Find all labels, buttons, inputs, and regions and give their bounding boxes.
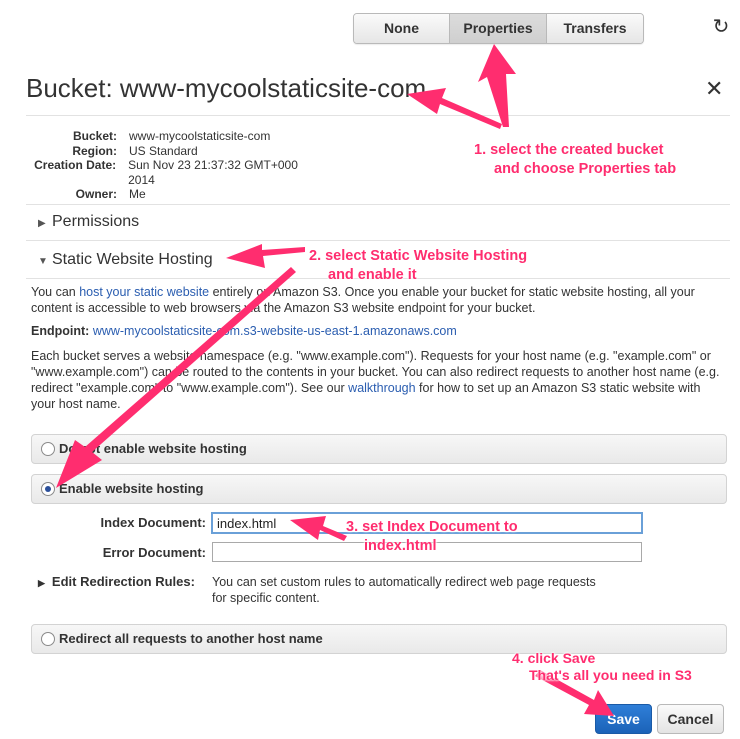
divider	[26, 240, 730, 241]
annotation-1: 1. select the created bucket and choose …	[474, 141, 676, 179]
page-title: Bucket: www-mycoolstaticsite-com	[26, 73, 427, 103]
option-label: Enable website hosting	[59, 481, 204, 496]
redirection-rules-label: Edit Redirection Rules:	[51, 574, 195, 589]
cancel-button[interactable]: Cancel	[657, 704, 724, 734]
annotation-line: index.html	[364, 538, 437, 554]
index-document-label: Index Document:	[100, 515, 206, 530]
edit-redirection-rules-toggle[interactable]: ▶ Edit Redirection Rules:	[38, 574, 195, 589]
annotation-line: 3. set Index Document to	[346, 519, 518, 535]
info-row-bucket: Bucket: www-mycoolstaticsite-com	[26, 129, 326, 144]
chevron-right-icon: ▶	[38, 578, 45, 588]
host-static-website-link[interactable]: host your static website	[79, 285, 209, 299]
radio-enable[interactable]	[41, 482, 55, 496]
tab-none[interactable]: None	[354, 14, 450, 43]
endpoint: Endpoint: www-mycoolstaticsite-com.s3-we…	[31, 324, 457, 338]
section-label: Permissions	[52, 213, 140, 230]
option-enable-hosting[interactable]: Enable website hosting	[31, 474, 727, 504]
annotation-line: 1. select the created bucket	[474, 142, 664, 158]
error-document-label: Error Document:	[102, 545, 206, 560]
endpoint-link[interactable]: www-mycoolstaticsite-com.s3-website-us-e…	[93, 324, 457, 338]
option-disable-hosting[interactable]: Do not enable website hosting	[31, 434, 727, 464]
annotation-line: and choose Properties tab	[494, 161, 677, 177]
view-segmented-control: None Properties Transfers	[353, 13, 644, 44]
chevron-right-icon: ▶	[38, 218, 46, 229]
radio-redirect[interactable]	[41, 632, 55, 646]
walkthrough-link[interactable]: walkthrough	[348, 381, 415, 395]
chevron-down-icon: ▼	[38, 256, 48, 267]
divider	[26, 115, 730, 116]
namespace-description: Each bucket serves a website namespace (…	[31, 348, 721, 412]
close-icon[interactable]: ✕	[705, 76, 723, 102]
arrow-to-static-hosting	[226, 244, 305, 268]
annotation-line: That's all you need in S3	[529, 667, 692, 683]
section-label: Static Website Hosting	[52, 251, 213, 268]
info-value: Me	[129, 187, 146, 201]
annotation-line: and enable it	[328, 267, 417, 283]
option-label: Redirect all requests to another host na…	[59, 631, 323, 646]
save-button[interactable]: Save	[595, 704, 652, 734]
info-row-owner: Owner: Me	[26, 187, 326, 202]
info-key: Bucket:	[72, 129, 117, 143]
annotation-4: 4. click Save That's all you need in S3	[512, 650, 692, 684]
info-row-creation-date: Creation Date: Sun Nov 23 21:37:32 GMT+0…	[26, 158, 326, 187]
info-value: Sun Nov 23 21:37:32 GMT+000 2014	[128, 158, 298, 187]
annotation-line: 2. select Static Website Hosting	[309, 248, 528, 264]
annotation-line: 4. click Save	[512, 650, 596, 666]
info-value: US Standard	[129, 143, 198, 158]
info-key: Owner:	[75, 187, 117, 201]
tab-transfers[interactable]: Transfers	[547, 14, 643, 43]
bucket-info: Bucket: www-mycoolstaticsite-com Region:…	[26, 129, 326, 202]
annotation-3: 3. set Index Document to index.html	[346, 518, 518, 556]
annotation-2: 2. select Static Website Hosting and ena…	[309, 247, 527, 285]
option-label: Do not enable website hosting	[59, 441, 247, 456]
intro-text: You can	[31, 285, 80, 299]
hosting-intro: You can host your static website entirel…	[31, 284, 721, 316]
tab-properties[interactable]: Properties	[450, 14, 547, 43]
info-row-region: Region: US Standard	[26, 144, 326, 159]
section-permissions[interactable]: ▶ Permissions	[38, 213, 139, 231]
endpoint-label: Endpoint:	[31, 324, 90, 338]
radio-disable[interactable]	[41, 442, 55, 456]
redirection-rules-description: You can set custom rules to automaticall…	[212, 575, 596, 605]
divider	[26, 204, 730, 205]
info-key: Creation Date:	[34, 158, 117, 172]
info-key: Region:	[72, 143, 117, 158]
info-value: www-mycoolstaticsite-com	[129, 129, 271, 143]
section-static-website-hosting[interactable]: ▼ Static Website Hosting	[38, 251, 213, 269]
refresh-icon[interactable]: ↻	[710, 16, 732, 38]
